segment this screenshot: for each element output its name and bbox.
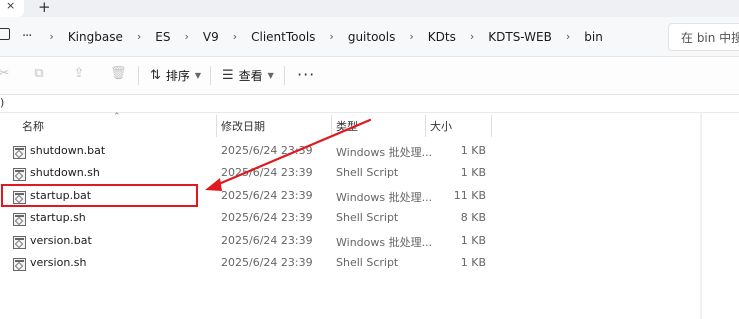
active-tab[interactable]: ×	[0, 0, 24, 17]
file-name: version.bat	[30, 234, 92, 247]
file-type: Shell Script	[336, 166, 399, 179]
file-size: 1 KB	[460, 256, 486, 269]
file-row[interactable]: startup.sh 2025/6/24 23:39 Shell Script …	[0, 208, 700, 230]
chevron-right-icon[interactable]: ›	[315, 30, 347, 43]
breadcrumb-item-clienttools[interactable]: ClientTools	[251, 30, 315, 44]
address-bar: ··· › Kingbase › ES › V9 › ClientTools ›…	[0, 17, 739, 57]
tab-bar: × +	[0, 0, 739, 17]
chevron-right-icon[interactable]: ›	[123, 30, 155, 43]
chevron-right-icon[interactable]: ›	[395, 30, 427, 43]
file-row[interactable]: version.bat 2025/6/24 23:39 Windows 批处理.…	[0, 231, 700, 253]
breadcrumb-item-guitools[interactable]: guitools	[348, 30, 396, 44]
chevron-right-icon[interactable]: ›	[35, 30, 67, 43]
toolbar-divider	[138, 66, 139, 85]
command-bar: ✂ ⧉ ⇪ 🗑 ⇅ 排序 ▼ ☰ 查看 ▼ ···	[0, 57, 739, 95]
breadcrumb-item-bin[interactable]: bin	[584, 30, 603, 44]
column-header-name[interactable]: 名称	[22, 118, 44, 134]
script-file-icon	[13, 258, 26, 271]
toolbar-divider	[210, 66, 211, 85]
column-divider[interactable]	[216, 115, 217, 137]
batch-file-icon	[13, 146, 26, 159]
file-size: 1 KB	[460, 144, 486, 157]
highlight-rectangle	[1, 184, 198, 207]
file-row[interactable]: shutdown.sh 2025/6/24 23:39 Shell Script…	[0, 163, 700, 185]
view-label: 查看	[238, 69, 263, 83]
column-header-type[interactable]: 类型	[336, 118, 358, 134]
batch-file-icon	[13, 236, 26, 249]
column-divider[interactable]	[331, 115, 332, 137]
file-type: Windows 批处理...	[336, 191, 433, 204]
breadcrumb-item-kdts-web[interactable]: KDTS-WEB	[488, 30, 552, 44]
share-icon[interactable]: ⇪	[72, 67, 86, 81]
view-button[interactable]: ☰ 查看 ▼	[222, 67, 274, 84]
file-modified: 2025/6/24 23:39	[221, 211, 313, 224]
breadcrumb-item-es[interactable]: ES	[155, 30, 170, 44]
breadcrumb: ··· › Kingbase › ES › V9 › ClientTools ›…	[22, 17, 603, 56]
computer-icon[interactable]	[0, 28, 10, 40]
cut-icon[interactable]: ✂	[0, 67, 11, 81]
breadcrumb-item-kingbase[interactable]: Kingbase	[68, 30, 123, 44]
copy-icon[interactable]: ⧉	[32, 67, 46, 81]
file-modified: 2025/6/24 23:39	[221, 189, 313, 202]
chevron-down-icon: ▼	[194, 71, 202, 80]
script-file-icon	[13, 213, 26, 226]
file-modified: 2025/6/24 23:39	[221, 256, 313, 269]
file-type: Shell Script	[336, 211, 399, 224]
vertical-scrollbar[interactable]	[700, 113, 702, 319]
sort-ascending-icon: ⌃	[113, 112, 121, 122]
chevron-down-icon: ▼	[267, 71, 274, 80]
pane-divider	[0, 112, 739, 113]
file-type: Shell Script	[336, 256, 399, 269]
column-divider[interactable]	[425, 115, 426, 137]
search-input[interactable]: 在 bin 中搜索	[668, 23, 739, 51]
close-tab-icon[interactable]: ×	[6, 0, 15, 12]
search-placeholder: 在 bin 中搜索	[681, 31, 739, 45]
file-name: shutdown.bat	[30, 144, 106, 157]
new-tab-icon[interactable]: +	[38, 0, 51, 16]
column-divider[interactable]	[491, 115, 492, 137]
chevron-right-icon[interactable]: ›	[552, 30, 584, 43]
file-row[interactable]: version.sh 2025/6/24 23:39 Shell Script …	[0, 253, 700, 275]
file-name: shutdown.sh	[30, 166, 100, 179]
sort-icon: ⇅	[150, 68, 161, 83]
breadcrumb-overflow-icon[interactable]: ···	[22, 29, 35, 44]
view-icon: ☰	[222, 68, 234, 83]
file-name: version.sh	[30, 256, 87, 269]
navigation-pane-label: )	[0, 96, 5, 109]
chevron-right-icon[interactable]: ›	[170, 30, 202, 43]
file-modified: 2025/6/24 23:39	[221, 144, 313, 157]
chevron-right-icon[interactable]: ›	[219, 30, 251, 43]
file-size: 11 KB	[453, 189, 486, 202]
breadcrumb-item-v9[interactable]: V9	[203, 30, 219, 44]
file-size: 1 KB	[460, 166, 486, 179]
file-size: 8 KB	[460, 211, 486, 224]
toolbar-divider	[284, 66, 285, 85]
sort-label: 排序	[165, 69, 190, 83]
more-options-icon[interactable]: ···	[297, 65, 315, 84]
column-header-size[interactable]: 大小	[430, 118, 452, 134]
file-row[interactable]: shutdown.bat 2025/6/24 23:39 Windows 批处理…	[0, 141, 700, 163]
sort-button[interactable]: ⇅ 排序 ▼	[150, 67, 201, 84]
column-header-modified[interactable]: 修改日期	[221, 118, 265, 134]
file-modified: 2025/6/24 23:39	[221, 166, 313, 179]
file-modified: 2025/6/24 23:39	[221, 234, 313, 247]
chevron-right-icon[interactable]: ›	[456, 30, 488, 43]
script-file-icon	[13, 168, 26, 181]
file-size: 1 KB	[460, 234, 486, 247]
breadcrumb-item-kdts[interactable]: KDts	[428, 30, 456, 44]
file-name: startup.sh	[30, 211, 86, 224]
file-type: Windows 批处理...	[336, 236, 433, 249]
delete-icon[interactable]: 🗑	[110, 67, 127, 81]
file-type: Windows 批处理...	[336, 146, 433, 159]
